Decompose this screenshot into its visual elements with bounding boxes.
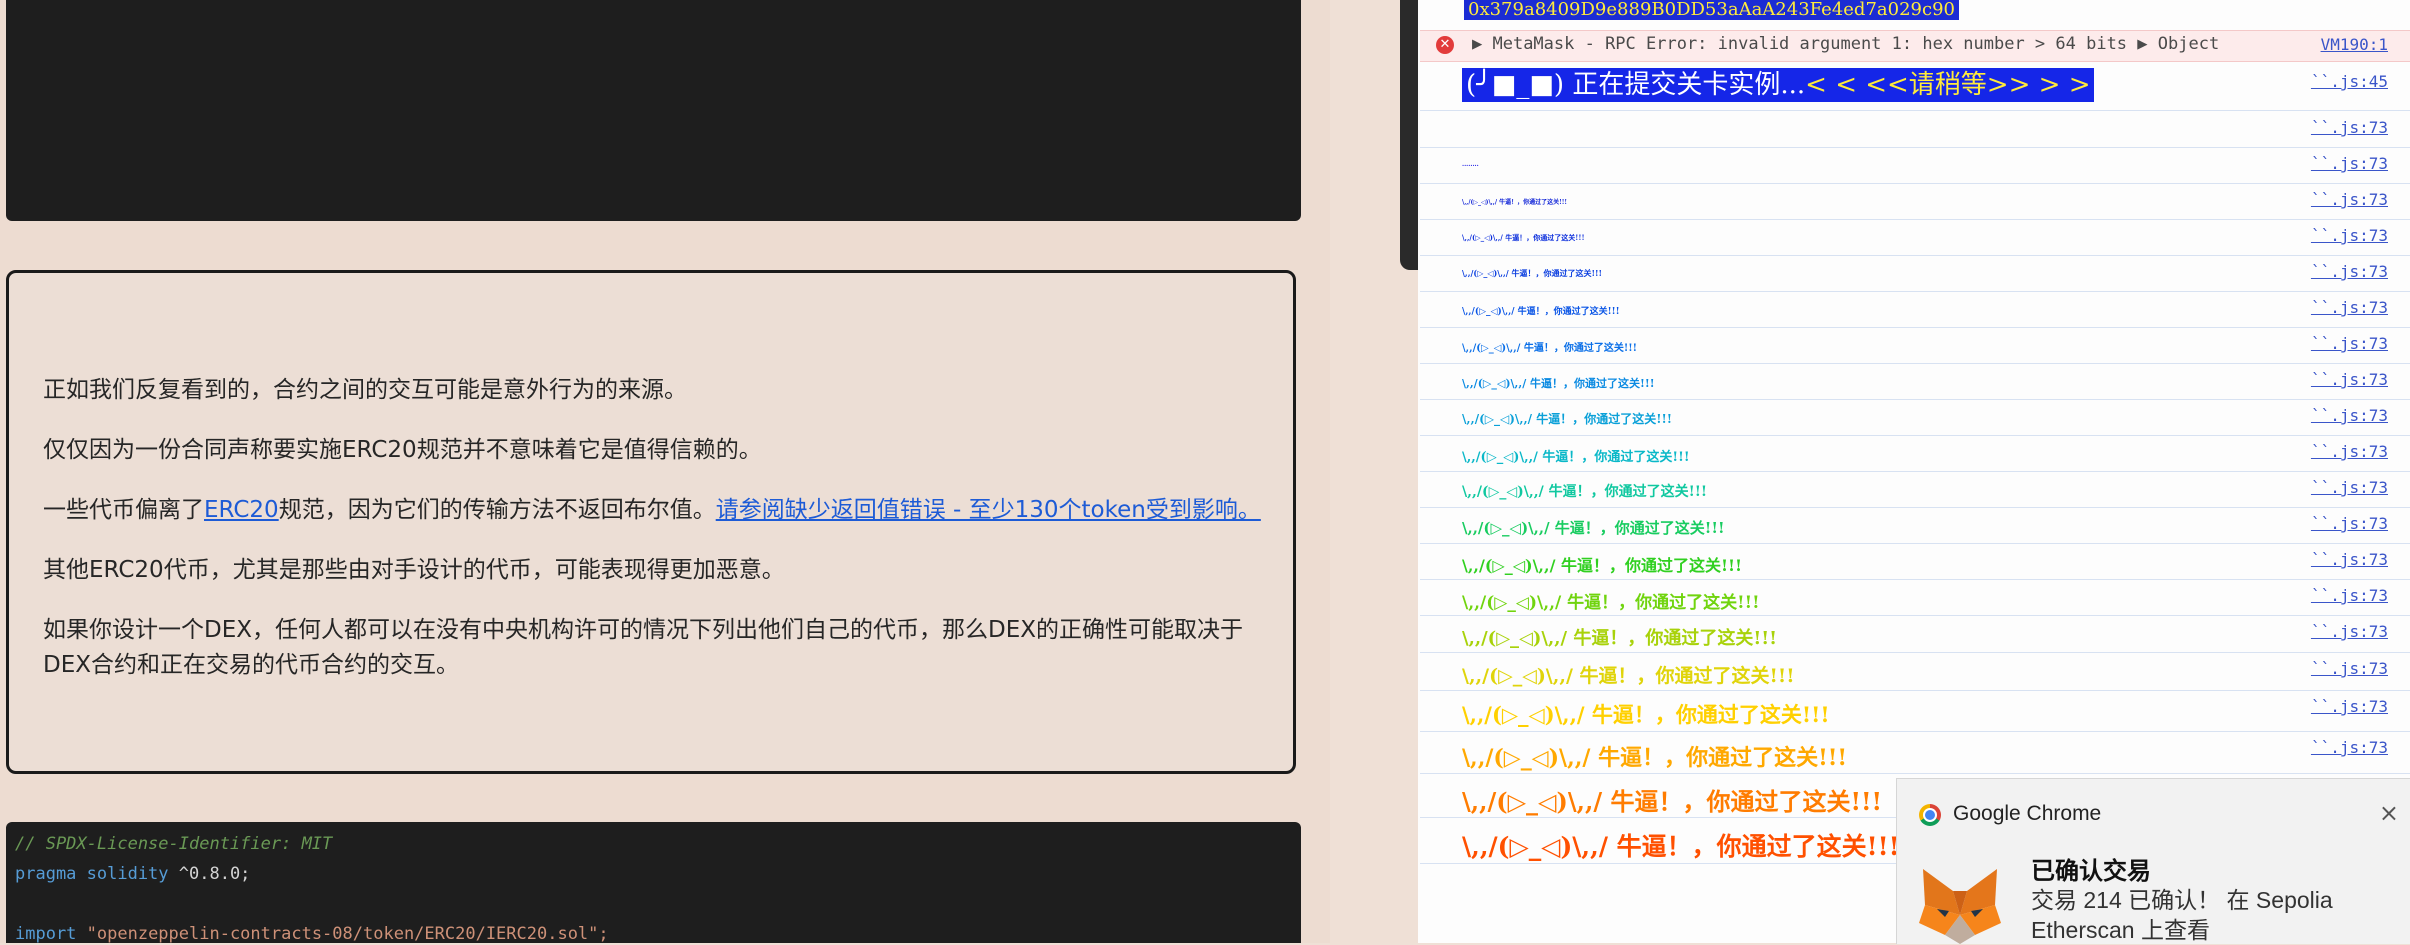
console-instance-address: 0x379a8409D9e889B0DD53aAaA243Fe4ed7a029c… [1464,0,1959,20]
erc20-link[interactable]: ERC20 [204,497,279,523]
console-log-message: \,,/(▷_◁)\,,/ 牛逼！，你通过了这关!!! [1462,664,1795,687]
log-source-link[interactable]: ``.js:73 [2311,190,2388,209]
console-log-row: \,,/(▷_◁)\,,/ 牛逼！，你通过了这关!!! ``.js:73 [1420,292,2410,328]
chrome-icon [1919,804,1941,826]
console-log-message: \,,/(▷_◁)\,,/ 牛逼！，你通过了这关!!! [1462,831,1900,861]
console-log-message: \,,/(▷_◁)\,,/ 牛逼！，你通过了这关!!! [1462,745,1848,771]
console-log-message: \,,/(▷_◁)\,,/ 牛逼！，你通过了这关!!! [1462,306,1620,317]
log-source-link[interactable]: ``.js:73 [2311,697,2388,716]
console-log-row: \,,/(▷_◁)\,,/ 牛逼！，你通过了这关!!! ``.js:73 [1420,616,2410,653]
log-source-link[interactable]: ``.js:73 [2311,659,2388,678]
notification-title: 已确认交易 [2031,858,2151,885]
console-log-message: \,,/(▷_◁)\,,/ 牛逼！，你通过了这关!!! [1462,376,1655,390]
console-log-row: \,,/(▷_◁)\,,/ 牛逼！，你通过了这关!!! ``.js:73 [1420,400,2410,436]
console-log-row: \,,/(▷_◁)\,,/ 牛逼！，你通过了这关!!! ``.js:73 [1420,580,2410,616]
log-source-link[interactable]: ``.js:73 [2311,478,2388,497]
console-log-message: \,,/(▷_◁)\,,/ 牛逼！，你通过了这关!!! [1462,232,1585,242]
code-line-pragma: pragma solidity ^0.8.0; [15,864,251,884]
console-log-row: \,,/(▷_◁)\,,/ 牛逼！，你通过了这关!!! ``.js:73 [1420,256,2410,292]
log-source-link[interactable]: ``.js:73 [2311,118,2388,137]
code-line-import: import "openzeppelin-contracts-08/token/… [15,924,609,944]
log-source-link[interactable]: ``.js:73 [2311,550,2388,569]
console-log-row: \,,/(▷_◁)\,,/ 牛逼！，你通过了这关!!! ``.js:73 [1420,328,2410,364]
code-panel-top [6,0,1301,221]
log-source-link[interactable]: ``.js:73 [2311,298,2388,317]
paragraph-3: 一些代币偏离了ERC20规范，因为它们的传输方法不返回布尔值。请参阅缺少返回值错… [43,497,1261,523]
code-line-license: // SPDX-License-Identifier: MIT [15,834,333,854]
paragraph-4: 其他ERC20代币，尤其是那些由对手设计的代币，可能表现得更加恶意。 [43,557,785,583]
code-editor: // SPDX-License-Identifier: MIT pragma s… [6,822,1301,944]
console-log-message: \,,/(▷_◁)\,,/ 牛逼！，你通过了这关!!! [1462,592,1760,613]
log-source-link[interactable]: ``.js:73 [2311,442,2388,461]
banner-source-link[interactable]: ``.js:45 [2311,72,2388,91]
console-log-row: \,,/(▷_◁)\,,/ 牛逼！，你通过了这关!!! ``.js:73 [1420,184,2410,220]
log-source-link[interactable]: ``.js:73 [2311,622,2388,641]
console-log-row: \,,/(▷_◁)\,,/ 牛逼！，你通过了这关!!! ``.js:73 [1420,544,2410,580]
notification-app-name: Google Chrome [1953,802,2102,825]
console-log-row: ........ ``.js:73 [1420,148,2410,184]
console-error-row[interactable]: ✕ ▶ MetaMask - RPC Error: invalid argume… [1420,30,2410,62]
error-source-link[interactable]: VM190:1 [2321,35,2388,54]
error-icon: ✕ [1436,36,1454,54]
metamask-fox-icon [1919,869,2001,944]
console-banner-row: (╯■_■) 正在提交关卡实例...< < <<请稍等>> > > ``.js:… [1420,62,2410,111]
close-icon[interactable]: × [2379,799,2399,827]
log-source-link[interactable]: ``.js:73 [2311,406,2388,425]
console-log-row: \,,/(▷_◁)\,,/ 牛逼！，你通过了这关!!! ``.js:73 [1420,364,2410,400]
console-log-row: \,,/(▷_◁)\,,/ 牛逼！，你通过了这关!!! ``.js:73 [1420,653,2410,691]
console-log-message: \,,/(▷_◁)\,,/ 牛逼！，你通过了这关!!! [1462,556,1743,575]
challenge-page: 正如我们反复看到的，合约之间的交互可能是意外行为的来源。 仅仅因为一份合同声称要… [0,0,1330,944]
log-source-link[interactable]: ``.js:73 [2311,514,2388,533]
submit-instance-banner: (╯■_■) 正在提交关卡实例...< < <<请稍等>> > > [1462,68,2095,102]
console-log-row: \,,/(▷_◁)\,,/ 牛逼！，你通过了这关!!! ``.js:73 [1420,472,2410,508]
console-log-row: \,,/(▷_◁)\,,/ 牛逼！，你通过了这关!!! ``.js:73 [1420,732,2410,774]
notification-body[interactable]: 交易 214 已确认！ 在 Sepolia Etherscan 上查看 [2031,885,2391,945]
console-log-message: \,,/(▷_◁)\,,/ 牛逼！，你通过了这关!!! [1462,412,1673,426]
console-log-row: \,,/(▷_◁)\,,/ 牛逼！，你通过了这关!!! ``.js:73 [1420,508,2410,544]
console-log-message: \,,/(▷_◁)\,,/ 牛逼！，你通过了这关!!! [1462,787,1883,816]
console-log-message: ........ [1462,161,1479,168]
console-log-message: \,,/(▷_◁)\,,/ 牛逼！，你通过了这关!!! [1462,484,1708,500]
console-log-message: \,,/(▷_◁)\,,/ 牛逼！，你通过了这关!!! [1462,343,1638,354]
log-source-link[interactable]: ``.js:73 [2311,154,2388,173]
console-log-message: \,,/(▷_◁)\,,/ 牛逼！，你通过了这关!!! [1462,627,1778,649]
console-log-row: \,,/(▷_◁)\,,/ 牛逼！，你通过了这关!!! ``.js:73 [1420,691,2410,732]
console-log-row: \,,/(▷_◁)\,,/ 牛逼！，你通过了这关!!! ``.js:73 [1420,220,2410,256]
console-log-message: \,,/(▷_◁)\,,/ 牛逼！，你通过了这关!!! [1462,449,1690,465]
console-log-message: \,,/(▷_◁)\,,/ 牛逼！，你通过了这关!!! [1462,702,1830,727]
paragraph-1: 正如我们反复看到的，合约之间的交互可能是意外行为的来源。 [43,377,687,403]
missing-return-bug-link[interactable]: 请参阅缺少返回值错误 - 至少130个token受到影响。 [716,497,1261,523]
log-source-link[interactable]: ``.js:73 [2311,738,2388,757]
chrome-notification[interactable]: Google Chrome × 已确认交易 交易 214 已确认！ 在 Sepo… [1896,778,2410,944]
description-box: 正如我们反复看到的，合约之间的交互可能是意外行为的来源。 仅仅因为一份合同声称要… [6,270,1296,774]
log-source-link[interactable]: ``.js:73 [2311,226,2388,245]
console-log-message: \,,/(▷_◁)\,,/ 牛逼！，你通过了这关!!! [1462,199,1568,206]
paragraph-2: 仅仅因为一份合同声称要实施ERC20规范并不意味着它是值得信赖的。 [43,437,762,463]
console-log-message: \,,/(▷_◁)\,,/ 牛逼！，你通过了这关!!! [1462,518,1725,537]
log-source-link[interactable]: ``.js:73 [2311,586,2388,605]
console-log-row: ``.js:73 [1420,112,2410,148]
console-log-message: \,,/(▷_◁)\,,/ 牛逼！，你通过了这关!!! [1462,268,1603,278]
log-source-link[interactable]: ``.js:73 [2311,370,2388,389]
log-source-link[interactable]: ``.js:73 [2311,334,2388,353]
console-log-row: \,,/(▷_◁)\,,/ 牛逼！，你通过了这关!!! ``.js:73 [1420,436,2410,472]
console-scroll-gutter [1400,0,1418,270]
log-source-link[interactable]: ``.js:73 [2311,262,2388,281]
paragraph-5: 如果你设计一个DEX，任何人都可以在没有中央机构许可的情况下列出他们自己的代币，… [43,617,1243,678]
error-message: ▶ MetaMask - RPC Error: invalid argument… [1472,34,2220,54]
